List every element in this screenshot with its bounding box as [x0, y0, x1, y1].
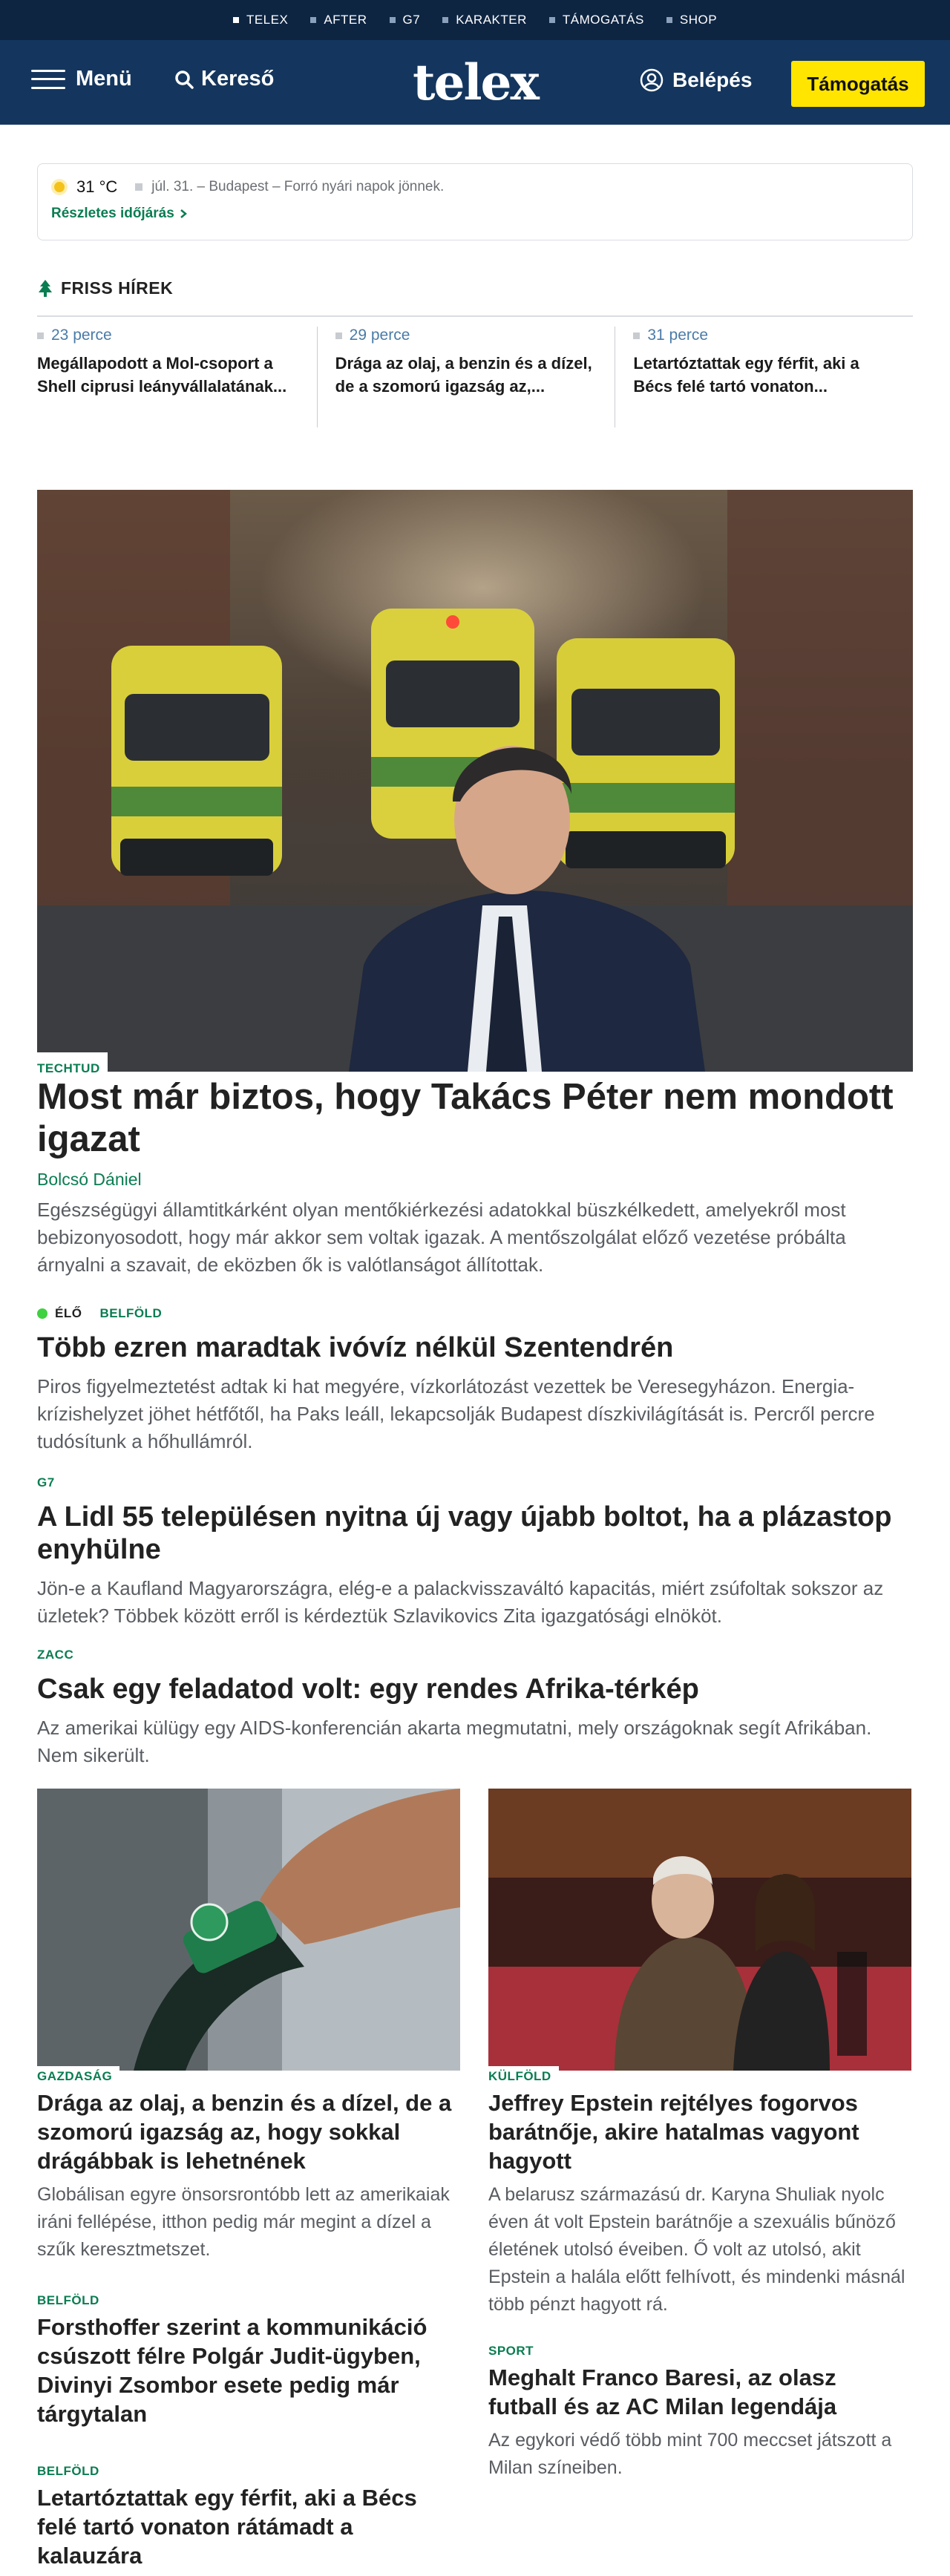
story-item: ZACC Csak egy feladatod volt: egy rendes… — [37, 1648, 913, 1769]
telex-logo[interactable]: telex — [413, 53, 540, 111]
article-title[interactable]: Letartóztattak egy férfit, aki a Bécs fe… — [37, 2483, 460, 2570]
fresh-news-time: 23 perce — [51, 327, 112, 344]
top-nav-tamogatas[interactable]: TÁMOGATÁS — [548, 13, 644, 27]
story-tag[interactable]: BELFÖLD — [99, 1306, 162, 1321]
lead-article-image[interactable] — [37, 490, 913, 1072]
article-tag[interactable]: KÜLFÖLD — [488, 2066, 559, 2084]
square-icon — [37, 332, 44, 339]
weather-details-label: Részletes időjárás — [51, 206, 174, 221]
story-title[interactable]: Csak egy feladatod volt: egy rendes Afri… — [37, 1673, 913, 1705]
weather-details-link[interactable]: Részletes időjárás — [51, 206, 188, 222]
article-lead: Az egykori védő több mint 700 meccset já… — [488, 2430, 892, 2478]
top-nav-g7[interactable]: G7 — [389, 13, 421, 27]
story-lead: Piros figyelmeztetést adtak ki hat megyé… — [37, 1375, 875, 1452]
top-nav-shop[interactable]: SHOP — [666, 13, 717, 27]
story-item: G7 A Lidl 55 településen nyitna új vagy … — [37, 1475, 913, 1630]
fresh-news-time: 31 perce — [647, 327, 709, 344]
fresh-news-heading: FRISS HÍREK — [37, 278, 173, 298]
tree-icon — [39, 279, 52, 297]
fresh-news-title: Letartóztattak egy férfit, aki a Bécs fe… — [633, 354, 859, 396]
user-icon — [640, 68, 664, 92]
sun-icon — [54, 182, 65, 192]
article-card: KÜLFÖLD Jeffrey Epstein rejtélyes fogorv… — [488, 1789, 911, 2482]
search-label: Kereső — [201, 67, 275, 91]
fresh-news-item[interactable]: 23 perce Megállapodott a Mol-csoport a S… — [37, 327, 318, 427]
story-item: ÉLŐ BELFÖLD Több ezren maradtak ivóvíz n… — [37, 1306, 913, 1455]
square-icon — [666, 17, 672, 23]
article-lead: Globálisan egyre önsorsrontóbb lett az a… — [37, 2184, 450, 2260]
square-icon — [442, 17, 449, 23]
article-title[interactable]: Jeffrey Epstein rejtélyes fogorvos barát… — [488, 2088, 911, 2175]
top-nav-label: TELEX — [246, 13, 289, 27]
article-lead: A belarusz származású dr. Karyna Shuliak… — [488, 2184, 905, 2315]
chevron-right-icon — [180, 209, 187, 218]
tag-label: TECHTUD — [37, 1058, 100, 1076]
article-title[interactable]: Drága az olaj, a benzin és a dízel, de a… — [37, 2088, 460, 2175]
live-label: ÉLŐ — [55, 1306, 82, 1320]
article-card: GAZDASÁG Drága az olaj, a benzin és a dí… — [37, 1789, 460, 2576]
square-icon — [548, 17, 555, 23]
story-lead: Jön-e a Kaufland Magyarországra, elég-e … — [37, 1577, 884, 1627]
top-nav-karakter[interactable]: KARAKTER — [442, 13, 527, 27]
article-tag[interactable]: GAZDASÁG — [37, 2066, 120, 2084]
lead-article-lead: Egészségügyi államtitkárként olyan mentő… — [37, 1199, 846, 1276]
article-image[interactable] — [37, 1789, 460, 2071]
article-tag[interactable]: BELFÖLD — [37, 2464, 107, 2479]
weather-text: júl. 31. – Budapest – Forró nyári napok … — [151, 179, 445, 194]
lead-article-title[interactable]: Most már biztos, hogy Takács Péter nem m… — [37, 1076, 913, 1161]
temperature: 31 °C — [76, 177, 118, 196]
story-lead: Az amerikai külügy egy AIDS-konferencián… — [37, 1717, 872, 1766]
live-badge: ÉLŐ — [37, 1306, 82, 1321]
fresh-news-time: 29 perce — [349, 327, 410, 344]
top-nav-label: TÁMOGATÁS — [562, 13, 644, 27]
square-icon — [633, 332, 641, 339]
top-nav-after[interactable]: AFTER — [310, 13, 367, 27]
weather-widget: 31 °C júl. 31. – Budapest – Forró nyári … — [37, 163, 913, 240]
article-title[interactable]: Meghalt Franco Baresi, az olasz futball … — [488, 2363, 911, 2421]
support-button[interactable]: Támogatás — [791, 61, 925, 107]
article-image[interactable] — [488, 1789, 911, 2071]
fresh-news-item[interactable]: 31 perce Letartóztattak egy férfit, aki … — [615, 327, 913, 427]
top-nav-label: KARAKTER — [456, 13, 527, 27]
story-tag[interactable]: G7 — [37, 1475, 55, 1490]
login-button[interactable]: Belépés — [640, 68, 752, 92]
story-tag[interactable]: ZACC — [37, 1648, 73, 1662]
top-nav: TELEX AFTER G7 KARAKTER TÁMOGATÁS SHOP — [0, 0, 950, 40]
fresh-news-title: Drága az olaj, a benzin és a dízel, de a… — [335, 354, 592, 396]
square-icon — [389, 17, 396, 23]
article-title[interactable]: Forsthoffer szerint a kommunikáció csúsz… — [37, 2313, 460, 2428]
fresh-news-title: FRISS HÍREK — [61, 278, 174, 298]
top-nav-telex[interactable]: TELEX — [232, 13, 289, 27]
story-title[interactable]: A Lidl 55 településen nyitna új vagy úja… — [37, 1501, 913, 1566]
fresh-news-title: Megállapodott a Mol-csoport a Shell cipr… — [37, 354, 287, 396]
square-icon — [310, 17, 317, 23]
top-nav-label: SHOP — [679, 13, 718, 27]
menu-button[interactable]: Menü — [31, 67, 132, 91]
menu-label: Menü — [76, 67, 132, 91]
story-title[interactable]: Több ezren maradtak ivóvíz nélkül Szente… — [37, 1331, 913, 1364]
live-dot-icon — [37, 1308, 48, 1319]
top-nav-label: G7 — [402, 13, 421, 27]
search-icon — [175, 70, 194, 89]
top-nav-label: AFTER — [324, 13, 367, 27]
hamburger-icon — [31, 69, 65, 89]
square-icon — [232, 17, 239, 23]
square-icon — [135, 183, 143, 191]
square-icon — [335, 332, 342, 339]
article-tag[interactable]: SPORT — [488, 2344, 542, 2359]
lead-article-author[interactable]: Bolcsó Dániel — [37, 1170, 142, 1190]
search-button[interactable]: Kereső — [174, 67, 274, 91]
fresh-news-list: 23 perce Megállapodott a Mol-csoport a S… — [37, 327, 913, 427]
site-header: Menü Kereső telex Belépés Támogatás — [0, 40, 950, 125]
divider — [37, 315, 913, 317]
login-label: Belépés — [672, 68, 753, 91]
fresh-news-item[interactable]: 29 perce Drága az olaj, a benzin és a dí… — [318, 327, 616, 427]
article-tag[interactable]: BELFÖLD — [37, 2293, 107, 2308]
lead-article-tag[interactable]: TECHTUD — [37, 1052, 108, 1076]
